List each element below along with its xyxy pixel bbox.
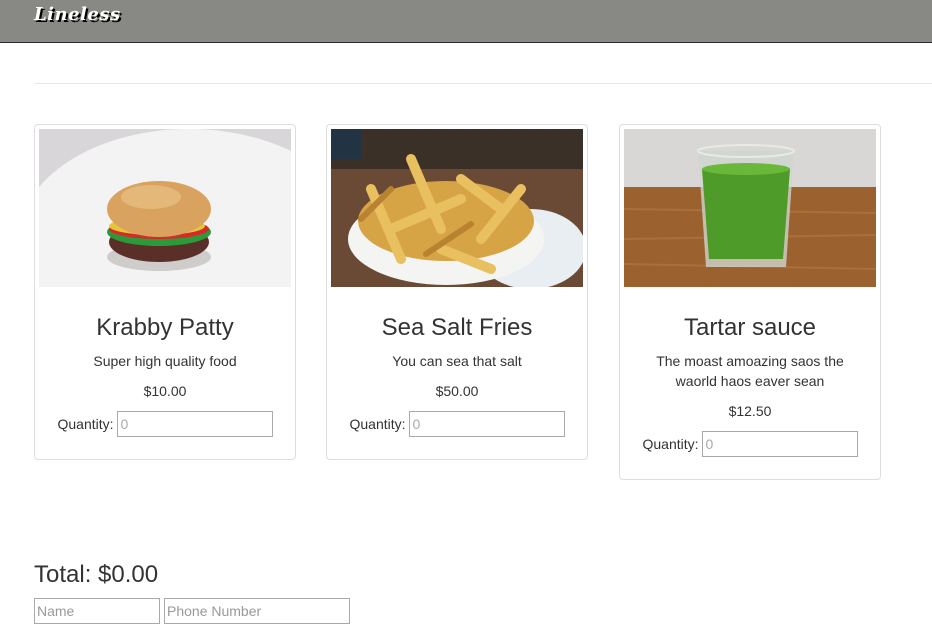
phone-number-input[interactable] [164,598,350,624]
navbar: Lineless [0,0,932,43]
brand-logo[interactable]: Lineless [34,4,121,25]
product-card-krabby-patty: Krabby Patty Super high quality food $10… [34,124,296,460]
quantity-label: Quantity: [349,416,406,432]
quantity-label: Quantity: [57,416,114,432]
quantity-row: Quantity: [39,411,291,437]
product-description: You can sea that salt [392,353,522,369]
product-price: $50.00 [435,383,479,399]
product-image-krabby-patty [39,129,291,287]
product-description: Super high quality food [93,353,237,369]
product-title: Sea Salt Fries [381,314,533,341]
quantity-row: Quantity: [331,411,583,437]
quantity-row: Quantity: [624,431,876,457]
order-total: Total: $0.00 [34,561,159,588]
product-price: $12.50 [728,403,772,419]
product-title: Tartar sauce [683,314,817,341]
product-title: Krabby Patty [96,314,234,341]
quantity-input[interactable] [701,431,858,457]
order-form [34,598,350,624]
quantity-input[interactable] [408,411,565,437]
quantity-label: Quantity: [642,436,699,452]
product-description: The moast amoazing saos the waorld haos … [656,353,844,389]
name-input[interactable] [34,598,160,624]
quantity-input[interactable] [116,411,273,437]
product-card-tartar-sauce: Tartar sauce The moast amoazing saos the… [619,124,881,480]
product-price: $10.00 [143,383,187,399]
header-divider [34,83,932,84]
product-image-sea-salt-fries [331,129,583,287]
product-image-tartar-sauce [624,129,876,287]
product-card-sea-salt-fries: Sea Salt Fries You can sea that salt $50… [326,124,588,460]
